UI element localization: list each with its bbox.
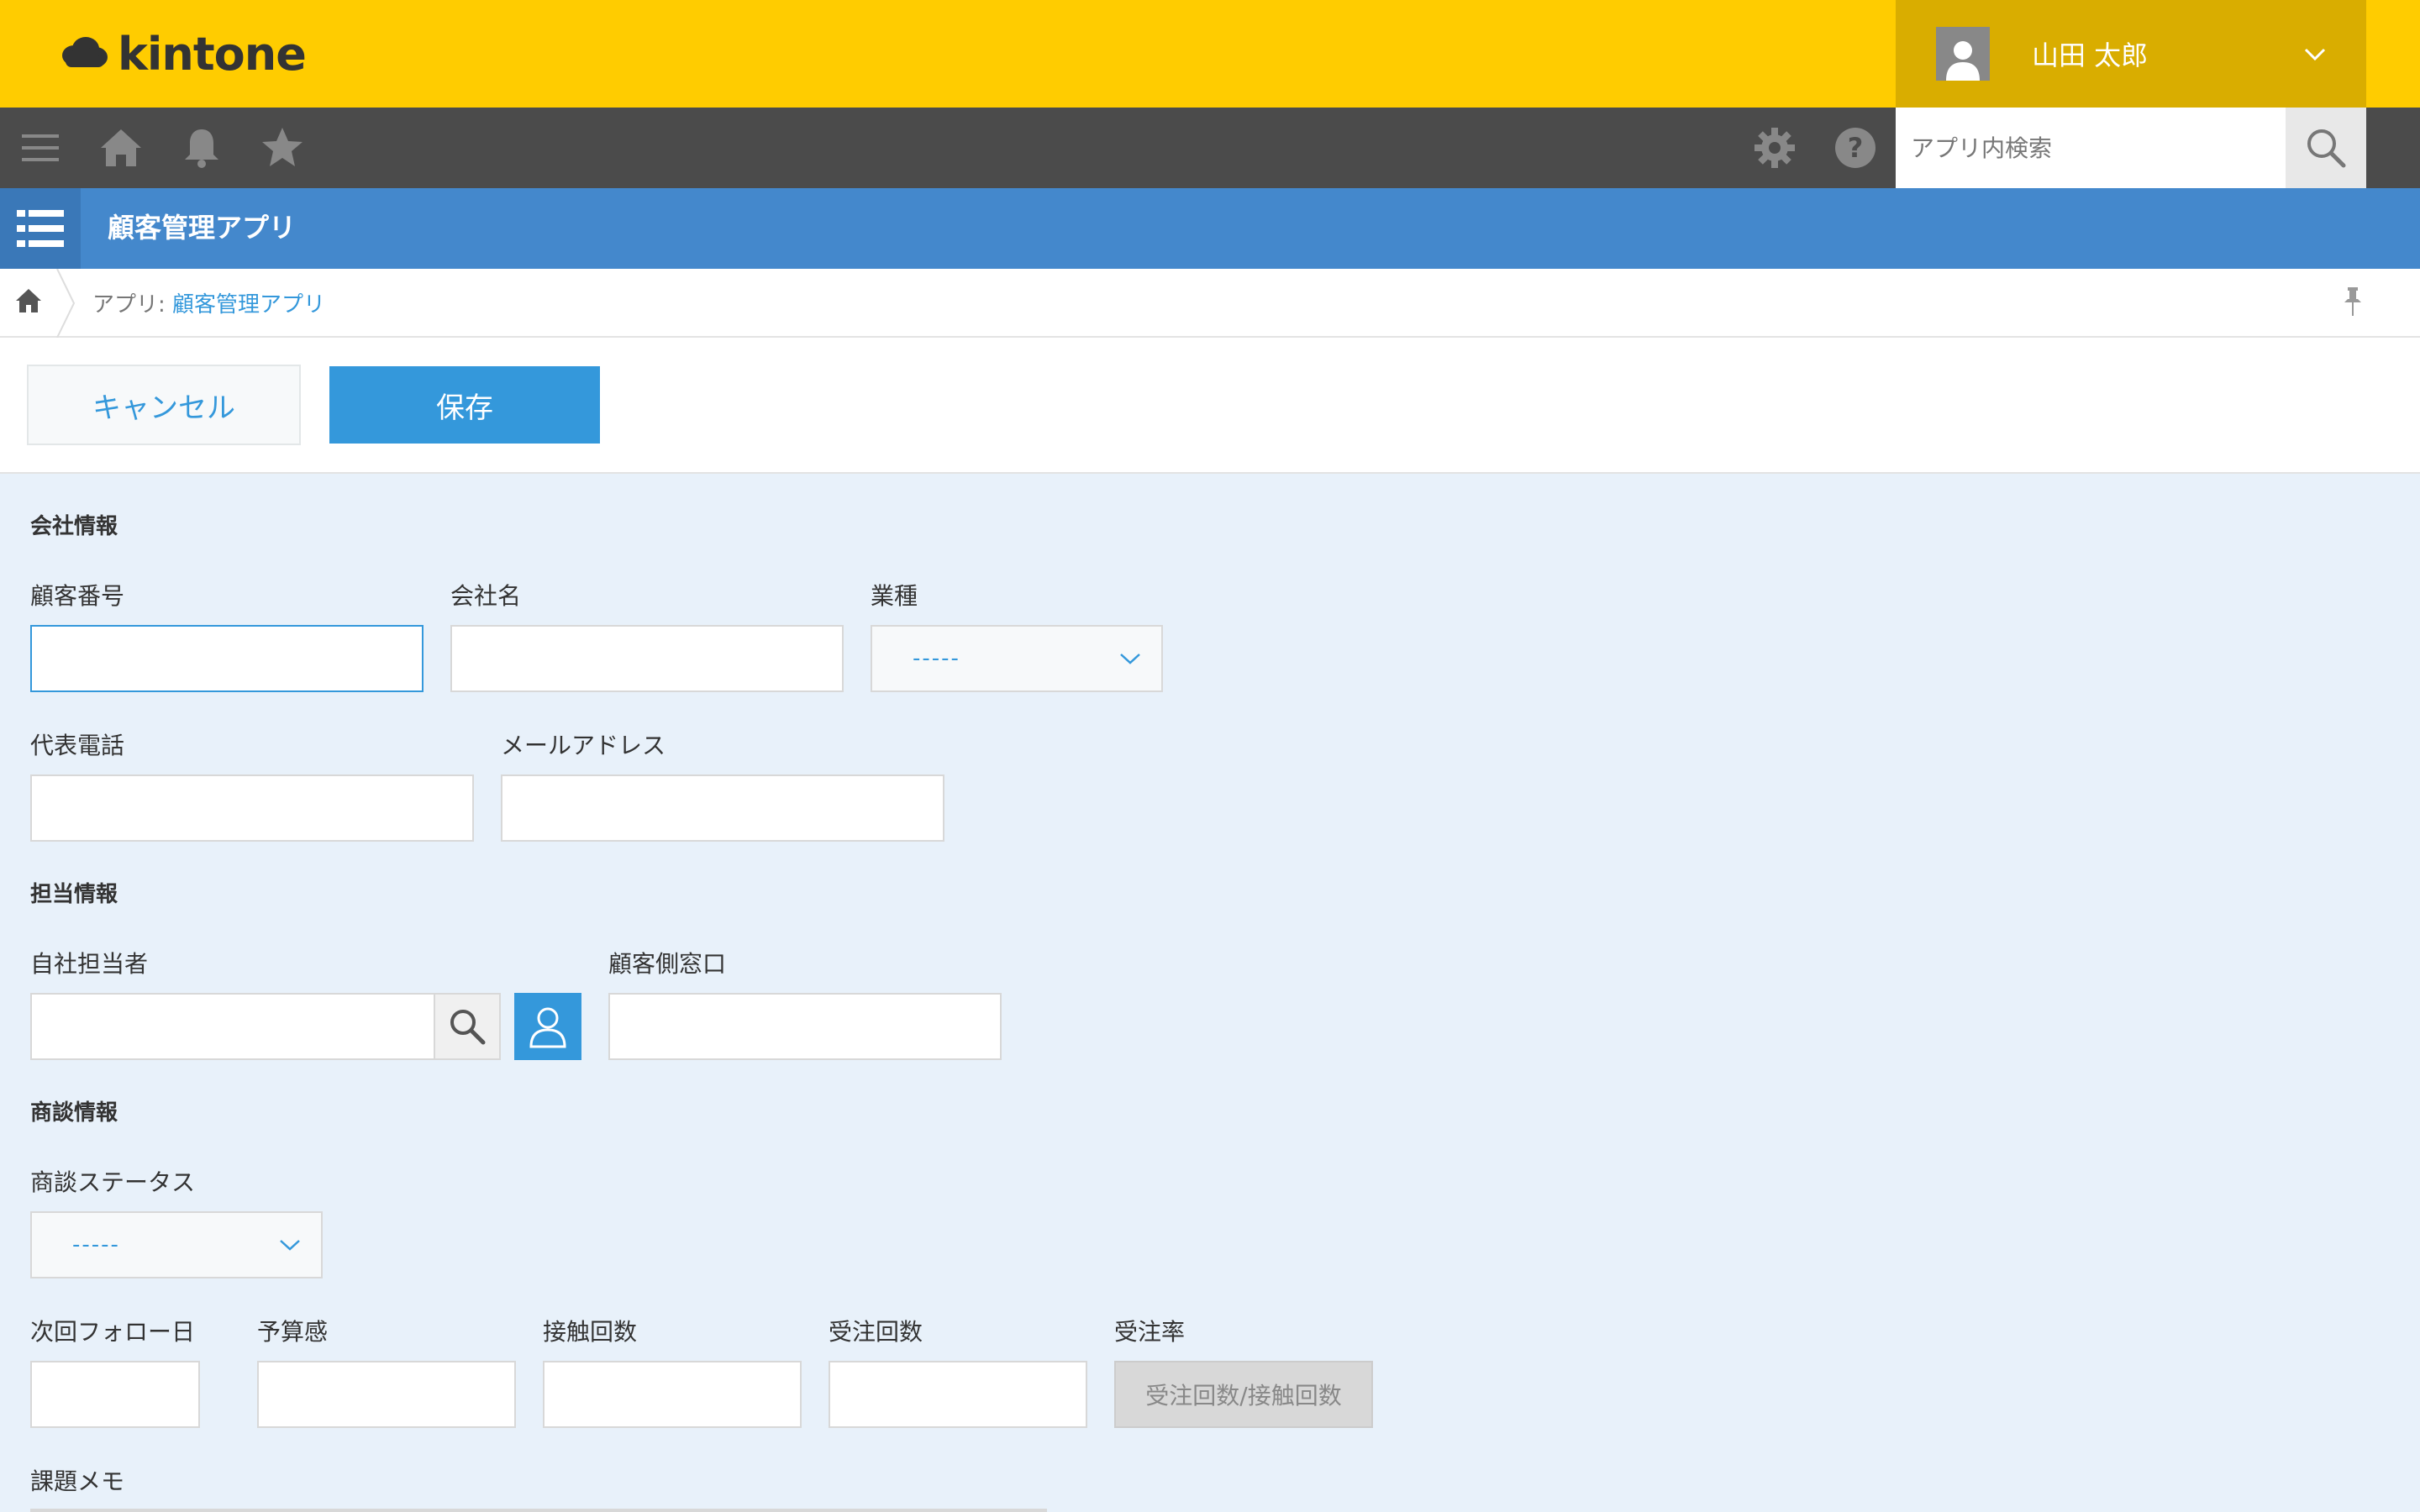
- email-label: メールアドレス: [501, 732, 666, 759]
- kintone-logo[interactable]: kintone: [57, 24, 307, 84]
- breadcrumb-path: アプリ: 顧客管理アプリ: [92, 287, 325, 318]
- svg-text:?: ?: [1848, 132, 1864, 164]
- user-search-button[interactable]: [434, 993, 501, 1060]
- own-staff-label: 自社担当者: [30, 950, 149, 978]
- order-count-label: 受注回数: [829, 1318, 923, 1346]
- customer-no-label: 顧客番号: [30, 582, 125, 610]
- user-icon: [529, 1007, 566, 1048]
- user-avatar-icon: [1936, 27, 1990, 81]
- email-input[interactable]: [501, 774, 944, 842]
- next-follow-date-input[interactable]: [30, 1361, 200, 1428]
- deal-status-selected-value: -----: [72, 1232, 120, 1257]
- notification-bell-icon[interactable]: [178, 124, 225, 171]
- breadcrumb-home-icon[interactable]: [13, 286, 44, 316]
- company-name-input[interactable]: [450, 625, 844, 692]
- order-count-input[interactable]: [829, 1361, 1087, 1428]
- home-icon[interactable]: [97, 124, 145, 171]
- breadcrumb-separator: [56, 269, 76, 338]
- phone-label: 代表電話: [30, 732, 125, 759]
- pin-icon[interactable]: [2339, 286, 2366, 319]
- chevron-down-icon: [1120, 654, 1140, 664]
- search-button[interactable]: [2286, 108, 2366, 188]
- company-name-label: 会社名: [450, 582, 522, 610]
- section-staff-info: 担当情報: [30, 882, 118, 907]
- user-select-button[interactable]: [514, 993, 581, 1060]
- app-title[interactable]: 顧客管理アプリ: [108, 207, 296, 245]
- order-rate-label: 受注率: [1114, 1318, 1186, 1346]
- cloud-logo-icon: [62, 37, 108, 67]
- memo-label: 課題メモ: [30, 1467, 125, 1495]
- deal-status-select[interactable]: -----: [30, 1211, 323, 1278]
- section-deal-info: 商談情報: [30, 1100, 118, 1126]
- deal-status-label: 商談ステータス: [30, 1168, 196, 1196]
- contact-count-input[interactable]: [543, 1361, 802, 1428]
- own-staff-input[interactable]: [30, 993, 435, 1060]
- order-rate-formula: 受注回数/接触回数: [1145, 1382, 1342, 1410]
- section-company-info: 会社情報: [30, 514, 118, 539]
- app-search-input[interactable]: [1896, 108, 2286, 188]
- industry-select[interactable]: -----: [871, 625, 1163, 692]
- budget-input[interactable]: [257, 1361, 516, 1428]
- chevron-down-icon: [2304, 48, 2326, 61]
- industry-selected-value: -----: [913, 646, 960, 671]
- hamburger-menu-icon[interactable]: [17, 124, 64, 171]
- list-icon: [17, 210, 64, 247]
- user-name: 山田 太郎: [2032, 39, 2149, 71]
- order-rate-calculated-field: 受注回数/接触回数: [1114, 1361, 1373, 1428]
- industry-label: 業種: [871, 582, 918, 610]
- settings-gear-icon[interactable]: [1751, 124, 1798, 171]
- phone-input[interactable]: [30, 774, 474, 842]
- customer-no-input[interactable]: [30, 625, 424, 692]
- search-icon: [450, 1010, 486, 1045]
- breadcrumb: [0, 269, 2420, 338]
- save-button[interactable]: 保存: [329, 366, 600, 444]
- customer-contact-input[interactable]: [608, 993, 1002, 1060]
- help-question-icon[interactable]: ?: [1832, 124, 1879, 171]
- budget-label: 予算感: [257, 1318, 329, 1346]
- app-icon: [0, 188, 81, 269]
- logo-text: kintone: [118, 27, 307, 81]
- customer-contact-label: 顧客側窓口: [608, 950, 727, 978]
- app-title-bar: [0, 188, 2420, 269]
- favorites-star-icon[interactable]: [259, 124, 306, 171]
- chevron-down-icon: [280, 1240, 300, 1251]
- breadcrumb-app-link[interactable]: 顧客管理アプリ: [172, 292, 325, 318]
- breadcrumb-prefix: アプリ:: [92, 292, 173, 318]
- search-icon: [2307, 129, 2346, 168]
- next-follow-label: 次回フォロー日: [30, 1318, 196, 1346]
- user-menu[interactable]: 山田 太郎: [1896, 0, 2366, 108]
- memo-textarea-top-edge[interactable]: [30, 1509, 1047, 1512]
- contact-count-label: 接触回数: [543, 1318, 638, 1346]
- cancel-button[interactable]: キャンセル: [27, 365, 301, 445]
